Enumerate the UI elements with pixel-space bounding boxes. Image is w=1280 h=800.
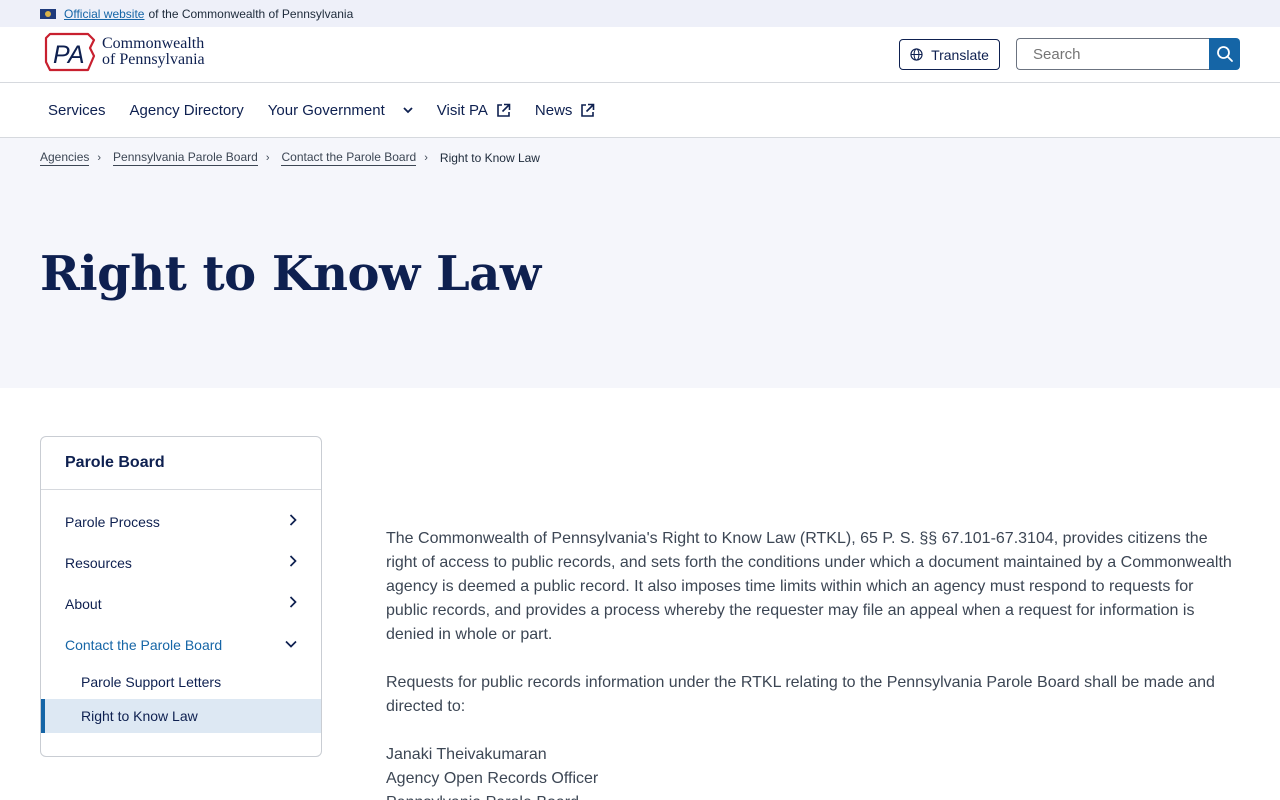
translate-label: Translate (931, 46, 989, 63)
external-link-icon (497, 103, 511, 117)
page-title: Right to Know Law (40, 246, 541, 302)
breadcrumb-current: Right to Know Law (439, 151, 540, 165)
side-nav-item-resources[interactable]: Resources (41, 542, 321, 583)
nav-item-agency-directory[interactable]: Agency Directory (130, 102, 244, 119)
search-button[interactable] (1209, 38, 1240, 70)
nav-item-news[interactable]: News (535, 102, 596, 119)
search-input[interactable] (1016, 38, 1209, 70)
side-nav: Parole Board Parole Process Resources Ab… (40, 436, 322, 757)
pa-keystone-logo-icon: PA (44, 32, 96, 72)
site-header: PA Commonwealth of Pennsylvania Translat… (0, 27, 1280, 83)
nav-item-label: Visit PA (436, 102, 488, 119)
search-form (1016, 38, 1240, 70)
main-content: The Commonwealth of Pennsylvania's Right… (386, 527, 1236, 800)
official-banner-text: of the Commonwealth of Pennsylvania (148, 6, 354, 21)
side-nav-subitem-right-to-know[interactable]: Right to Know Law (41, 699, 321, 733)
chevron-right-icon (289, 596, 297, 608)
chevron-right-icon: › (97, 152, 102, 164)
svg-text:PA: PA (53, 41, 85, 69)
pa-flag-icon (40, 8, 56, 19)
side-nav-subitem-support-letters[interactable]: Parole Support Letters (41, 665, 321, 699)
side-nav-item-label: Resources (65, 554, 132, 571)
main-nav: Services Agency Directory Your Governmen… (0, 84, 1280, 138)
nav-item-label: News (534, 102, 573, 119)
chevron-down-icon (285, 640, 297, 648)
page-hero: Agencies › Pennsylvania Parole Board › C… (0, 138, 1280, 388)
side-nav-item-parole-process[interactable]: Parole Process (41, 501, 321, 542)
contact-title: Agency Open Records Officer (386, 770, 599, 787)
intro-paragraph: The Commonwealth of Pennsylvania's Right… (386, 530, 1232, 643)
side-nav-item-contact[interactable]: Contact the Parole Board (41, 624, 321, 665)
nav-item-visit-pa[interactable]: Visit PA (437, 102, 511, 119)
nav-item-label: Your Government (267, 102, 385, 119)
chevron-down-icon (403, 107, 413, 114)
chevron-right-icon (289, 555, 297, 567)
breadcrumb-link-agencies[interactable]: Agencies (40, 150, 90, 166)
logo-line-2: of Pennsylvania (102, 51, 205, 68)
globe-icon (910, 48, 923, 61)
nav-item-services[interactable]: Services (48, 102, 106, 119)
official-website-link[interactable]: Official website (64, 7, 144, 21)
pa-logo[interactable]: PA Commonwealth of Pennsylvania (44, 32, 205, 72)
logo-wordmark: Commonwealth of Pennsylvania (102, 36, 205, 68)
breadcrumb-link-contact[interactable]: Contact the Parole Board (281, 150, 417, 166)
breadcrumb-link-parole-board[interactable]: Pennsylvania Parole Board (113, 150, 258, 166)
side-nav-item-about[interactable]: About (41, 583, 321, 624)
nav-item-label: Services (48, 102, 106, 119)
search-icon (1216, 46, 1233, 62)
contact-name: Janaki Theivakumaran (386, 746, 547, 763)
official-banner: Official website of the Commonwealth of … (0, 0, 1280, 27)
side-nav-subitem-label: Right to Know Law (81, 708, 198, 724)
side-nav-item-label: Parole Process (65, 513, 160, 530)
side-nav-item-label: Contact the Parole Board (65, 636, 223, 653)
external-link-icon (581, 103, 595, 117)
logo-line-1: Commonwealth (102, 35, 205, 52)
side-nav-item-label: About (65, 595, 102, 612)
requests-paragraph: Requests for public records information … (386, 674, 1215, 715)
chevron-right-icon: › (265, 152, 270, 164)
side-nav-title[interactable]: Parole Board (41, 437, 321, 490)
contact-organization: Pennsylvania Parole Board (386, 791, 1236, 800)
chevron-right-icon (289, 514, 297, 526)
chevron-right-icon: › (424, 152, 428, 164)
side-nav-subitem-label: Parole Support Letters (81, 674, 222, 690)
nav-item-label: Agency Directory (129, 102, 244, 119)
translate-button[interactable]: Translate (899, 39, 1000, 70)
breadcrumb: Agencies › Pennsylvania Parole Board › C… (40, 150, 540, 166)
nav-item-your-government[interactable]: Your Government (268, 102, 413, 119)
